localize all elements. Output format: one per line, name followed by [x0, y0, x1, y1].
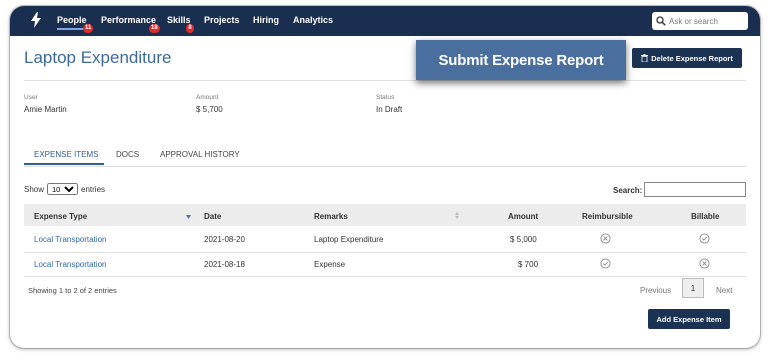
nav-people-badge: 11	[83, 24, 94, 33]
row2-amount: $ 700	[518, 260, 539, 269]
row1-remarks: Laptop Expenditure	[314, 235, 384, 244]
nav-performance[interactable]: Performance	[101, 15, 156, 25]
tabs-divider	[24, 166, 746, 167]
x-circle-icon	[600, 233, 611, 244]
row2-remarks: Expense	[314, 260, 346, 269]
user-label: User	[24, 94, 38, 101]
sort-icon[interactable]	[455, 212, 459, 219]
check-circle-icon	[600, 258, 611, 269]
header-divider	[24, 80, 746, 81]
row1-expense-type-link[interactable]: Local Transportation	[34, 235, 107, 244]
nav-skills-badge: 8	[186, 24, 194, 33]
nav-performance-badge: 18	[149, 24, 160, 33]
col-billable[interactable]: Billable	[691, 212, 719, 221]
pagination-page-1[interactable]: 1	[682, 278, 704, 298]
global-search-input[interactable]	[669, 16, 747, 26]
tab-docs[interactable]: DOCS	[116, 150, 139, 159]
trash-icon	[641, 54, 649, 62]
delete-expense-report-label: Delete Expense Report	[651, 53, 733, 63]
amount-value: $ 5,700	[196, 105, 223, 114]
top-nav: People 11 Performance 18 Skills 8 Projec…	[10, 6, 760, 36]
active-tab-indicator	[24, 163, 104, 165]
nav-analytics[interactable]: Analytics	[293, 15, 333, 25]
col-expense-type[interactable]: Expense Type	[34, 212, 87, 221]
search-icon	[656, 16, 666, 26]
entries-summary: Showing 1 to 2 of 2 entries	[28, 286, 117, 295]
entries-select[interactable]: 10	[47, 183, 79, 195]
row2-date: 2021-08-18	[204, 260, 245, 269]
row1-amount: $ 5,000	[510, 235, 537, 244]
x-circle-icon	[699, 258, 710, 269]
row-divider	[24, 252, 746, 253]
show-label: Show	[24, 184, 45, 194]
col-remarks[interactable]: Remarks	[314, 212, 348, 221]
sort-desc-icon[interactable]	[186, 215, 191, 219]
delete-expense-report-button[interactable]: Delete Expense Report	[632, 48, 742, 68]
entries-label: entries	[81, 184, 106, 194]
col-amount[interactable]: Amount	[508, 212, 538, 221]
status-value: In Draft	[376, 105, 403, 114]
add-expense-item-button[interactable]: Add Expense Item	[648, 309, 730, 329]
col-date[interactable]: Date	[204, 212, 221, 221]
entries-control: Show 10 entries	[24, 183, 105, 195]
nav-hiring[interactable]: Hiring	[253, 15, 279, 25]
user-value: Amie Martin	[24, 105, 67, 114]
amount-label: Amount	[196, 94, 219, 101]
nav-skills[interactable]: Skills	[167, 15, 191, 25]
submit-expense-report-button[interactable]: Submit Expense Report	[416, 40, 626, 80]
table-header	[24, 204, 746, 226]
table-search-label: Search:	[613, 186, 643, 195]
status-label: Status	[376, 94, 395, 101]
bolt-icon[interactable]	[30, 12, 42, 28]
app-window: People 11 Performance 18 Skills 8 Projec…	[10, 6, 760, 348]
page-title: Laptop Expenditure	[24, 48, 172, 67]
pagination-next[interactable]: Next	[716, 286, 732, 295]
pagination-previous[interactable]: Previous	[640, 286, 671, 295]
col-reimbursible[interactable]: Reimbursible	[582, 212, 633, 221]
tab-approval-history[interactable]: APPROVAL HISTORY	[160, 150, 240, 159]
row2-expense-type-link[interactable]: Local Transportation	[34, 260, 107, 269]
row1-date: 2021-08-20	[204, 235, 245, 244]
check-circle-icon	[699, 233, 710, 244]
row-divider	[24, 276, 746, 277]
tab-expense-items[interactable]: EXPENSE ITEMS	[34, 150, 98, 159]
table-search-input[interactable]	[644, 182, 746, 197]
nav-projects[interactable]: Projects	[204, 15, 240, 25]
global-search[interactable]	[652, 12, 748, 30]
